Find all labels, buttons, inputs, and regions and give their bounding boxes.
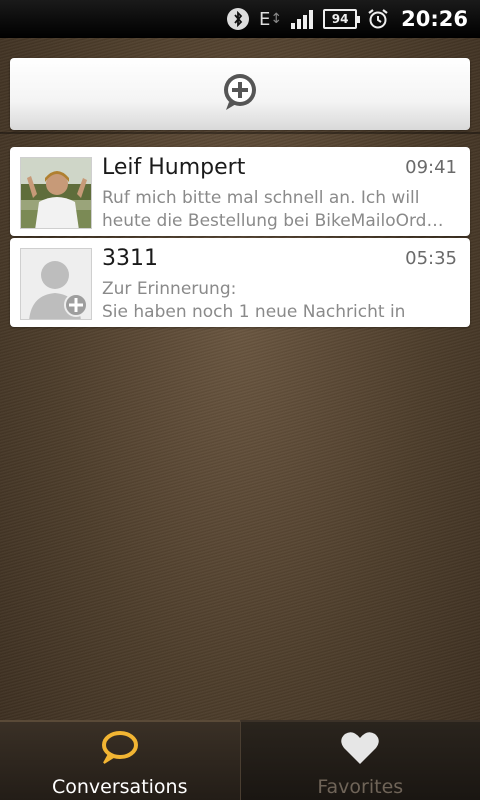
message-preview-line: Sie haben noch 1 neue Nachricht in (102, 302, 406, 322)
header-divider (0, 132, 480, 134)
tab-label: Favorites (317, 776, 404, 798)
contact-name: 3311 (102, 246, 158, 271)
battery-icon: 94 (323, 9, 361, 29)
message-preview-line: heute die Bestellung bei BikeMailoOrd… (102, 211, 444, 231)
conversation-item[interactable]: 3311 05:35 Zur Erinnerung: Sie haben noc… (10, 238, 470, 327)
contact-name: Leif Humpert (102, 155, 246, 180)
message-time: 05:35 (405, 248, 457, 269)
status-clock: 20:26 (401, 7, 468, 31)
network-type-indicator: E ↕ (259, 8, 282, 30)
message-preview-line: Zur Erinnerung: (102, 279, 237, 299)
message-preview: Ruf mich bitte mal schnell an. Ich will … (102, 187, 462, 233)
heart-icon (340, 730, 380, 770)
signal-icon (291, 9, 314, 29)
bottom-tab-bar: Conversations Favorites (0, 720, 480, 800)
battery-level: 94 (331, 12, 349, 26)
contact-photo[interactable] (20, 157, 92, 229)
new-message-plus-bubble-icon (219, 72, 261, 116)
tab-label: Conversations (51, 776, 188, 798)
message-time: 09:41 (405, 157, 457, 178)
alarm-icon (367, 8, 389, 30)
status-bar: E ↕ 94 20:26 (0, 0, 480, 38)
network-type-label: E (259, 8, 270, 30)
new-message-button[interactable] (10, 58, 470, 130)
data-arrows-icon: ↕ (270, 11, 282, 27)
message-preview: Zur Erinnerung: Sie haben noch 1 neue Na… (102, 278, 462, 324)
message-preview-line: Ruf mich bitte mal schnell an. Ich will (102, 188, 420, 208)
conversation-item[interactable]: Leif Humpert 09:41 Ruf mich bitte mal sc… (10, 147, 470, 236)
unknown-contact-add-icon[interactable] (20, 248, 92, 320)
tab-favorites[interactable]: Favorites (239, 720, 480, 800)
bluetooth-icon (227, 8, 250, 30)
tab-conversations[interactable]: Conversations (0, 720, 240, 800)
speech-bubble-icon (99, 730, 141, 770)
